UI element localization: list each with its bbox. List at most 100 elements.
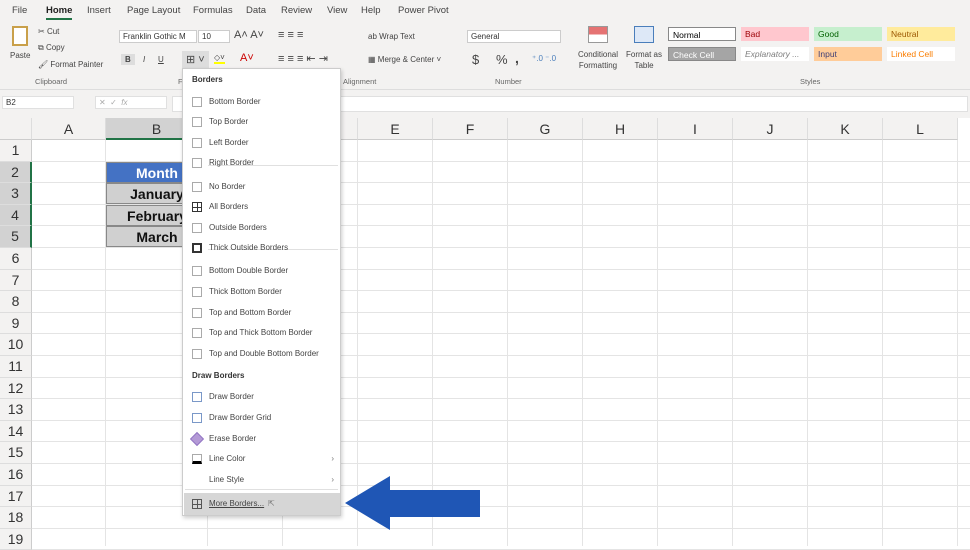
italic-button[interactable]: I bbox=[143, 55, 145, 64]
underline-button[interactable]: U bbox=[158, 55, 164, 64]
tab-file[interactable]: File bbox=[12, 5, 27, 16]
font-size-select[interactable]: 10 bbox=[198, 30, 230, 43]
cell-style-normal[interactable]: Normal bbox=[668, 27, 736, 41]
format-as-table-button[interactable]: Format as Table bbox=[625, 49, 663, 71]
menu-item-all-borders[interactable]: All Borders bbox=[184, 197, 340, 217]
menu-item-line-style[interactable]: Line Style › bbox=[184, 470, 340, 490]
percent-button[interactable]: % bbox=[496, 52, 508, 67]
font-grow-button[interactable]: A˄ A˅ bbox=[234, 29, 264, 41]
menu-item-top-and-bottom-border[interactable]: Top and Bottom Border bbox=[184, 303, 340, 323]
menu-item-top-and-double-bottom-border[interactable]: Top and Double Bottom Border bbox=[184, 344, 340, 364]
column-header-L[interactable]: L bbox=[883, 118, 958, 140]
cell-style-neutral[interactable]: Neutral bbox=[887, 27, 955, 41]
menu-item-thick-outside-borders[interactable]: Thick Outside Borders bbox=[184, 238, 340, 258]
column-header-A[interactable]: A bbox=[32, 118, 106, 140]
name-box[interactable]: B2 bbox=[2, 96, 74, 109]
menu-item-draw-border[interactable]: Draw Border bbox=[184, 387, 340, 407]
column-header-I[interactable]: I bbox=[658, 118, 733, 140]
cell-style-good[interactable]: Good bbox=[814, 27, 882, 41]
column-header-K[interactable]: K bbox=[808, 118, 883, 140]
menu-item-thick-bottom-border[interactable]: Thick Bottom Border bbox=[184, 282, 340, 302]
tab-power-pivot[interactable]: Power Pivot bbox=[398, 5, 449, 16]
row-header-18[interactable]: 18 bbox=[0, 507, 32, 529]
paste-button[interactable]: Paste bbox=[10, 51, 30, 60]
row-header-4[interactable]: 4 bbox=[0, 204, 32, 227]
formula-buttons[interactable]: ✕ ✓ fx bbox=[95, 96, 167, 109]
copy-button[interactable]: ⧉ Copy bbox=[38, 43, 65, 53]
cell-style-bad[interactable]: Bad bbox=[741, 27, 809, 41]
fill-color-button[interactable]: ◇˅ bbox=[214, 53, 225, 64]
cell-style-check-cell[interactable]: Check Cell bbox=[668, 47, 736, 61]
decimal-buttons[interactable]: ⁺.0 ⁻.0 bbox=[532, 54, 556, 63]
row-header-8[interactable]: 8 bbox=[0, 291, 32, 313]
cell-style-input[interactable]: Input bbox=[814, 47, 882, 61]
format-painter-button[interactable]: 🖌 Format Painter bbox=[38, 60, 103, 69]
number-format-select[interactable]: General bbox=[467, 30, 561, 43]
tab-formulas[interactable]: Formulas bbox=[193, 5, 233, 16]
menu-item-bottom-border[interactable]: Bottom Border bbox=[184, 92, 340, 112]
row-header-6[interactable]: 6 bbox=[0, 248, 32, 270]
gridline-horizontal bbox=[32, 398, 970, 400]
column-header-E[interactable]: E bbox=[358, 118, 433, 140]
row-header-2[interactable]: 2 bbox=[0, 161, 32, 184]
conditional-formatting-button[interactable]: Conditional Formatting bbox=[574, 49, 622, 71]
menu-item-top-and-thick-bottom-border[interactable]: Top and Thick Bottom Border bbox=[184, 323, 340, 343]
menu-item-line-color[interactable]: Line Color › bbox=[184, 449, 340, 469]
horizontal-align-buttons[interactable]: ≡ ≡ ≡ ⇤ ⇥ bbox=[278, 52, 328, 65]
gridline-horizontal bbox=[32, 268, 970, 270]
row-header-3[interactable]: 3 bbox=[0, 183, 32, 205]
cell-style-explanatory-[interactable]: Explanatory ... bbox=[741, 47, 809, 61]
tab-data[interactable]: Data bbox=[246, 5, 266, 16]
spreadsheet-grid[interactable]: ABCDEFGHIJKL1234567891011121314151617181… bbox=[0, 118, 970, 550]
row-header-12[interactable]: 12 bbox=[0, 377, 32, 400]
tab-home[interactable]: Home bbox=[46, 5, 73, 20]
tab-review[interactable]: Review bbox=[281, 5, 312, 16]
row-header-11[interactable]: 11 bbox=[0, 356, 32, 378]
wrap-text-button[interactable]: ab Wrap Text bbox=[368, 32, 415, 41]
row-header-1[interactable]: 1 bbox=[0, 140, 32, 162]
tab-help[interactable]: Help bbox=[361, 5, 381, 16]
menu-item-erase-border[interactable]: Erase Border bbox=[184, 429, 340, 449]
merge-center-button[interactable]: ▦ Merge & Center ˅ bbox=[368, 55, 441, 64]
cell-style-linked-cell[interactable]: Linked Cell bbox=[887, 47, 955, 61]
row-header-9[interactable]: 9 bbox=[0, 312, 32, 335]
tab-page-layout[interactable]: Page Layout bbox=[127, 5, 180, 16]
bold-button[interactable]: B bbox=[121, 54, 135, 65]
menu-item-no-border[interactable]: No Border bbox=[184, 177, 340, 197]
vertical-align-buttons[interactable]: ≡ ≡ ≡ bbox=[278, 29, 303, 41]
row-header-15[interactable]: 15 bbox=[0, 442, 32, 464]
row-header-17[interactable]: 17 bbox=[0, 485, 32, 508]
column-header-H[interactable]: H bbox=[583, 118, 658, 140]
paste-icon bbox=[12, 26, 28, 46]
column-header-G[interactable]: G bbox=[508, 118, 583, 140]
row-header-7[interactable]: 7 bbox=[0, 269, 32, 292]
cut-button[interactable]: ✂ Cut bbox=[38, 27, 59, 36]
column-header-F[interactable]: F bbox=[433, 118, 508, 140]
gridline-horizontal bbox=[32, 484, 970, 486]
menu-item-bottom-double-border[interactable]: Bottom Double Border bbox=[184, 261, 340, 281]
menu-item-more-borders[interactable]: More Borders... ⇱ bbox=[184, 493, 340, 515]
row-header-10[interactable]: 10 bbox=[0, 334, 32, 356]
font-name-select[interactable]: Franklin Gothic M bbox=[119, 30, 197, 43]
row-header-19[interactable]: 19 bbox=[0, 528, 32, 550]
menu-item-label: Draw Border Grid bbox=[209, 413, 272, 422]
borders-dropdown-menu: Borders Bottom Border Top Border Left Borde… bbox=[182, 68, 341, 516]
menu-item-draw-border-grid[interactable]: Draw Border Grid bbox=[184, 408, 340, 428]
tab-view[interactable]: View bbox=[327, 5, 347, 16]
tab-insert[interactable]: Insert bbox=[87, 5, 111, 16]
font-color-button[interactable]: A˅ bbox=[240, 52, 254, 64]
borders-button[interactable]: ⊞ ˅ bbox=[182, 51, 209, 68]
merge-center-label: Merge & Center bbox=[377, 55, 435, 64]
comma-button[interactable]: , bbox=[515, 50, 519, 66]
menu-item-right-border[interactable]: Right Border bbox=[184, 153, 340, 173]
menu-item-left-border[interactable]: Left Border bbox=[184, 133, 340, 153]
row-header-16[interactable]: 16 bbox=[0, 464, 32, 486]
currency-button[interactable]: $ bbox=[472, 52, 479, 67]
row-header-5[interactable]: 5 bbox=[0, 226, 32, 248]
row-header-13[interactable]: 13 bbox=[0, 399, 32, 421]
row-header-14[interactable]: 14 bbox=[0, 420, 32, 443]
column-header-J[interactable]: J bbox=[733, 118, 808, 140]
select-all-corner[interactable] bbox=[0, 118, 32, 140]
menu-item-outside-borders[interactable]: Outside Borders bbox=[184, 218, 340, 238]
menu-item-top-border[interactable]: Top Border bbox=[184, 112, 340, 132]
